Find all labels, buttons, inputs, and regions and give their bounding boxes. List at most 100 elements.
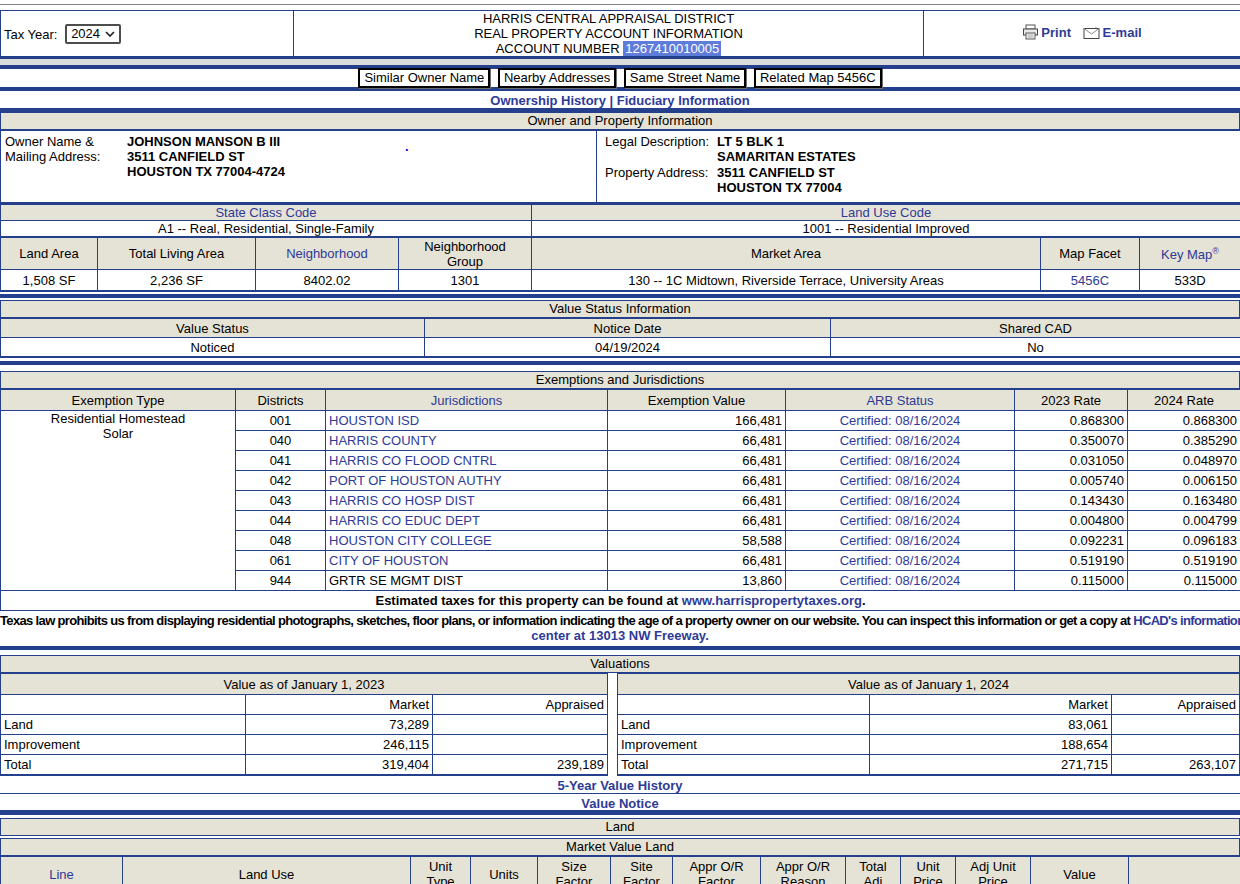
title-line1: HARRIS CENTRAL APPRAISAL DISTRICT [297, 11, 920, 26]
email-link[interactable]: E-mail [1083, 25, 1142, 40]
similar-owner-name-button[interactable]: Similar Owner Name [358, 68, 490, 88]
arb-status-link[interactable]: Certified: 08/16/2024 [786, 551, 1015, 571]
land-area-value: 1,508 SF [1, 270, 98, 292]
market-col-header: Market [246, 695, 433, 715]
jurisdiction-link[interactable]: HARRIS CO EDUC DEPT [326, 511, 608, 531]
improvement-appraised-value [433, 735, 608, 755]
rate-2024: 0.385290 [1128, 431, 1240, 451]
exemption-value: 58,588 [608, 531, 786, 551]
property-address-label: Property Address: [600, 165, 717, 195]
district-code: 944 [236, 571, 326, 591]
estimated-taxes-note: Estimated taxes for this property can be… [1, 591, 1240, 611]
jurisdictions-col[interactable]: Jurisdictions [326, 390, 608, 411]
fiduciary-information-link[interactable]: Fiduciary Information [617, 93, 750, 108]
neighborhood-header[interactable]: Neighborhood [256, 238, 399, 270]
land-use-code-value: 1001 -- Residential Improved [532, 221, 1240, 237]
print-email-cell: Print E-mail [924, 11, 1240, 58]
rate-2024: 0.096183 [1128, 531, 1240, 551]
improvement-market-value: 188,654 [869, 735, 1111, 755]
hcad-info-center-link2[interactable]: center at 13013 NW Freeway. [531, 628, 709, 643]
related-map-button[interactable]: Related Map 5456C [754, 68, 882, 88]
improvement-appraised-value [1111, 735, 1239, 755]
five-year-history-row: 5-Year Value History [0, 776, 1240, 794]
property-address-value: 3511 CANFIELD ST HOUSTON TX 77004 [717, 165, 842, 195]
jurisdiction-link[interactable]: HOUSTON CITY COLLEGE [326, 531, 608, 551]
districts-col: Districts [236, 390, 326, 411]
value-status-col-header: Value Status [1, 319, 425, 338]
jurisdiction-link[interactable]: PORT OF HOUSTON AUTHY [326, 471, 608, 491]
account-number: 1267410010005 [623, 41, 721, 56]
valuation-2024-table: Value as of January 1, 2024 Market Appra… [617, 673, 1240, 776]
title-line2: REAL PROPERTY ACCOUNT INFORMATION [297, 26, 920, 41]
value-notice-row: Value Notice [0, 794, 1240, 810]
key-map-header[interactable]: Key Map® [1140, 238, 1240, 270]
district-code: 001 [236, 411, 326, 431]
arb-status-link[interactable]: Certified: 08/16/2024 [786, 471, 1015, 491]
five-year-value-history-link[interactable]: 5-Year Value History [557, 778, 682, 793]
district-code: 040 [236, 431, 326, 451]
rate-2023: 0.004800 [1015, 511, 1128, 531]
quick-links-row: Ownership History | Fiduciary Informatio… [0, 91, 1240, 108]
arb-status-link[interactable]: Certified: 08/16/2024 [786, 491, 1015, 511]
arb-status-col[interactable]: ARB Status [786, 390, 1015, 411]
same-street-name-button[interactable]: Same Street Name [624, 68, 747, 88]
dot-link[interactable]: . [405, 139, 409, 154]
link-separator: | [610, 93, 614, 108]
rate-2023: 0.519190 [1015, 551, 1128, 571]
market-col-header: Market [869, 695, 1111, 715]
land-appraised-value [1111, 715, 1239, 735]
unit-type-col-header: UnitType [411, 857, 471, 884]
valuations-tables: Value as of January 1, 2023 Market Appra… [0, 673, 1240, 776]
arb-status-link[interactable]: Certified: 08/16/2024 [786, 571, 1015, 591]
nearby-addresses-button[interactable]: Nearby Addresses [498, 68, 616, 88]
market-area-value: 130 -- 1C Midtown, Riverside Terrace, Un… [532, 270, 1041, 292]
total-adj-col-header: TotalAdj [846, 857, 901, 884]
rate-2024: 0.004799 [1128, 511, 1240, 531]
tax-year-cell: Tax Year: 2024 [1, 11, 294, 58]
land-market-value: 73,289 [246, 715, 433, 735]
jurisdiction-name: GRTR SE MGMT DIST [326, 571, 608, 591]
jurisdiction-link[interactable]: HARRIS CO HOSP DIST [326, 491, 608, 511]
line-col-header[interactable]: Line [1, 857, 123, 884]
tax-year-select[interactable]: 2024 [65, 24, 121, 44]
jurisdiction-link[interactable]: CITY OF HOUSTON [326, 551, 608, 571]
arb-status-link[interactable]: Certified: 08/16/2024 [786, 431, 1015, 451]
jurisdiction-link[interactable]: HARRIS CO FLOOD CNTRL [326, 451, 608, 471]
exemption-value: 66,481 [608, 431, 786, 451]
exemption-type-col: Exemption Type [1, 390, 236, 411]
hcad-info-center-link[interactable]: HCAD's information [1133, 613, 1240, 628]
legal-description-label: Legal Description: [600, 134, 717, 164]
jurisdiction-link[interactable]: HOUSTON ISD [326, 411, 608, 431]
rate-2023: 0.868300 [1015, 411, 1128, 431]
notice-date-col-header: Notice Date [425, 319, 831, 338]
land-row-label: Land [1, 715, 246, 735]
shared-cad-value: No [831, 338, 1240, 358]
exemption-value: 66,481 [608, 451, 786, 471]
ownership-history-link[interactable]: Ownership History [490, 93, 606, 108]
total-appraised-value: 239,189 [433, 755, 608, 776]
print-link[interactable]: Print [1022, 24, 1071, 40]
jurisdiction-link[interactable]: HARRIS COUNTY [326, 431, 608, 451]
total-living-area-header: Total Living Area [98, 238, 256, 270]
map-facet-header: Map Facet [1041, 238, 1140, 270]
exemption-value: 66,481 [608, 491, 786, 511]
land-use-code-header[interactable]: Land Use Code [532, 205, 1240, 221]
neighborhood-group-value: 1301 [399, 270, 532, 292]
arb-status-link[interactable]: Certified: 08/16/2024 [786, 511, 1015, 531]
value-status-table: Value Status Notice Date Shared CAD Noti… [0, 318, 1240, 358]
exemption-value: 13,860 [608, 571, 786, 591]
total-market-value: 319,404 [246, 755, 433, 776]
exemptions-table: Exemption Type Districts Jurisdictions E… [0, 389, 1240, 611]
harrispropertytaxes-link[interactable]: www.harrispropertytaxes.org [682, 593, 862, 608]
arb-status-link[interactable]: Certified: 08/16/2024 [786, 411, 1015, 431]
arb-status-link[interactable]: Certified: 08/16/2024 [786, 451, 1015, 471]
value-notice-link[interactable]: Value Notice [581, 796, 658, 811]
state-class-code-header[interactable]: State Class Code [1, 205, 532, 221]
map-facet-value[interactable]: 5456C [1041, 270, 1140, 292]
print-icon [1022, 24, 1039, 40]
arb-status-link[interactable]: Certified: 08/16/2024 [786, 531, 1015, 551]
market-area-header: Market Area [532, 238, 1041, 270]
page-title: HARRIS CENTRAL APPRAISAL DISTRICT REAL P… [294, 11, 924, 58]
section-bar [0, 361, 1240, 365]
land-appraised-value [433, 715, 608, 735]
